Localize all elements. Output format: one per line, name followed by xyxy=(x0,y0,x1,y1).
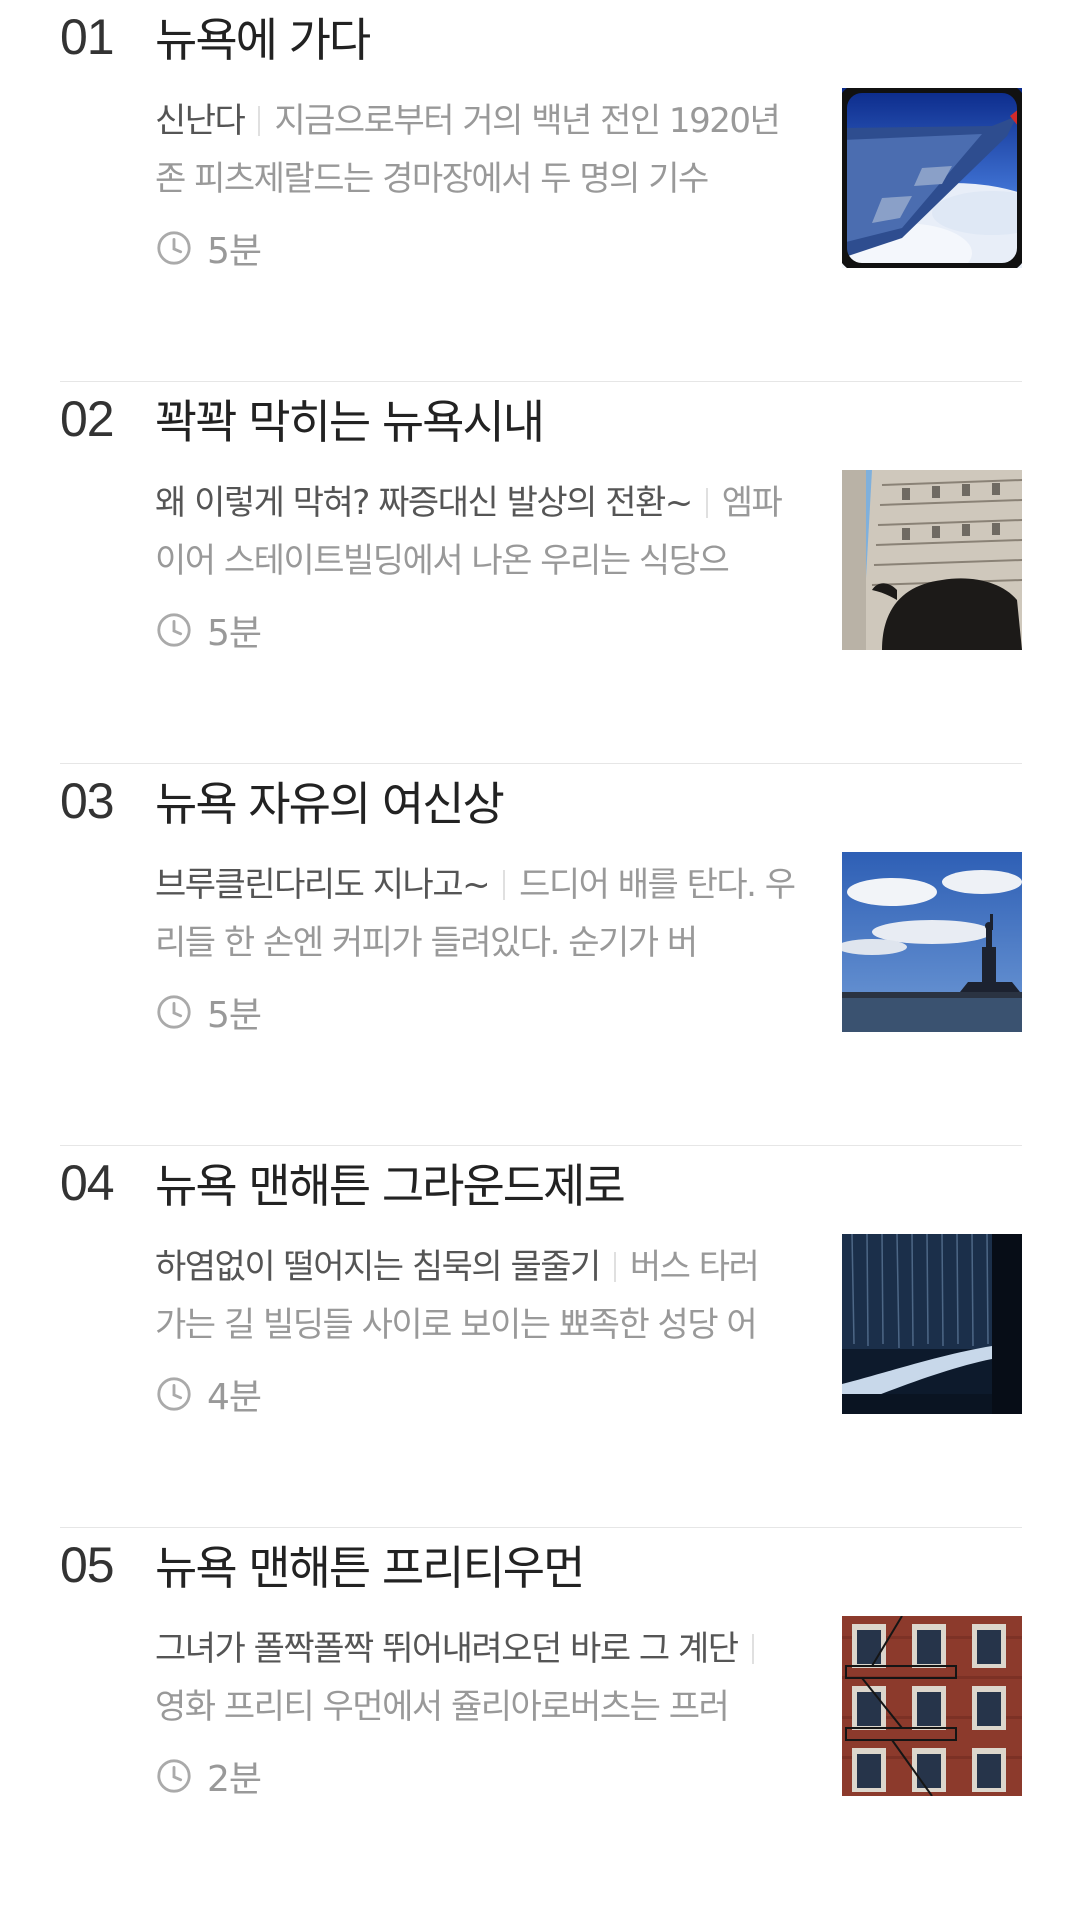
clock-icon xyxy=(157,1377,191,1411)
item-thumbnail[interactable] xyxy=(842,88,1022,268)
item-number: 03 xyxy=(60,773,115,829)
item-thumbnail[interactable] xyxy=(842,852,1022,1032)
read-time-label: 5분 xyxy=(207,613,262,654)
item-lead: 신난다 xyxy=(155,101,246,141)
item-lead: 하염없이 떨어지는 침묵의 물줄기 xyxy=(155,1247,601,1287)
list-item[interactable]: 02 꽉꽉 막히는 뉴욕시내 왜 이렇게 막혀? 짜증대신 발상의 전환~ 엠파이… xyxy=(60,382,1022,764)
item-thumbnail[interactable] xyxy=(842,1234,1022,1414)
read-time-label: 4분 xyxy=(207,1377,262,1418)
item-title[interactable]: 뉴욕에 가다 xyxy=(155,4,371,70)
clock-icon xyxy=(157,613,191,647)
item-lead: 그녀가 폴짝폴짝 뛰어내려오던 바로 그 계단 xyxy=(155,1629,739,1669)
list-item[interactable]: 01 뉴욕에 가다 신난다 지금으로부터 거의 백년 전인 1920년 존 피츠제… xyxy=(60,0,1022,382)
list-item[interactable]: 03 뉴욕 자유의 여신상 브루클린다리도 지나고~ 드디어 배를 탄다. 우리들… xyxy=(60,764,1022,1146)
item-number: 02 xyxy=(60,391,115,447)
charging-bull-image xyxy=(842,470,1022,650)
item-summary: 왜 이렇게 막혀? 짜증대신 발상의 전환~ 엠파이어 스테이트빌딩에서 나온 우… xyxy=(155,474,795,592)
read-time-label: 5분 xyxy=(207,231,262,272)
statue-of-liberty-image xyxy=(842,852,1022,1032)
item-title[interactable]: 꽉꽉 막히는 뉴욕시내 xyxy=(155,386,545,452)
airplane-wing-image xyxy=(842,88,1022,268)
clock-icon xyxy=(157,1759,191,1793)
item-number: 04 xyxy=(60,1155,115,1211)
divider xyxy=(503,870,506,900)
item-thumbnail[interactable] xyxy=(842,470,1022,650)
clock-icon xyxy=(157,231,191,265)
divider xyxy=(613,1252,616,1282)
item-summary: 하염없이 떨어지는 침묵의 물줄기 버스 타러 가는 길 빌딩들 사이로 보이는 … xyxy=(155,1238,795,1356)
item-excerpt: 영화 프리티 우먼에서 쥴리아로버츠는 프러 xyxy=(155,1687,730,1727)
divider xyxy=(705,488,708,518)
item-title[interactable]: 뉴욕 맨해튼 그라운드제로 xyxy=(155,1150,626,1216)
brick-building-image xyxy=(842,1616,1022,1796)
memorial-waterfall-image xyxy=(842,1234,1022,1414)
read-time: 4분 xyxy=(155,1368,262,1420)
item-number: 05 xyxy=(60,1537,115,1593)
read-time: 5분 xyxy=(155,604,262,656)
list-item[interactable]: 04 뉴욕 맨해튼 그라운드제로 하염없이 떨어지는 침묵의 물줄기 버스 타러 … xyxy=(60,1146,1022,1528)
divider xyxy=(751,1634,754,1664)
item-thumbnail[interactable] xyxy=(842,1616,1022,1796)
item-number: 01 xyxy=(60,9,115,65)
read-time: 5분 xyxy=(155,222,262,274)
item-title[interactable]: 뉴욕 자유의 여신상 xyxy=(155,768,505,834)
clock-icon xyxy=(157,995,191,1029)
item-summary: 브루클린다리도 지나고~ 드디어 배를 탄다. 우리들 한 손엔 커피가 들려있다… xyxy=(155,856,795,974)
item-summary: 그녀가 폴짝폴짝 뛰어내려오던 바로 그 계단영화 프리티 우먼에서 쥴리아로버… xyxy=(155,1620,795,1738)
divider xyxy=(258,106,261,136)
item-lead: 왜 이렇게 막혀? 짜증대신 발상의 전환~ xyxy=(155,483,693,523)
read-time: 5분 xyxy=(155,986,262,1038)
read-time-label: 5분 xyxy=(207,995,262,1036)
read-time-label: 2분 xyxy=(207,1759,262,1800)
item-excerpt: 지금으로부터 거의 백년 전인 1920년 존 피츠제랄드는 경마장에서 두 명… xyxy=(155,101,781,199)
item-summary: 신난다 지금으로부터 거의 백년 전인 1920년 존 피츠제랄드는 경마장에서 … xyxy=(155,92,795,210)
item-lead: 브루클린다리도 지나고~ xyxy=(155,865,491,905)
read-time: 2분 xyxy=(155,1750,262,1802)
item-title[interactable]: 뉴욕 맨해튼 프리티우먼 xyxy=(155,1532,585,1598)
list-item[interactable]: 05 뉴욕 맨해튼 프리티우먼 그녀가 폴짝폴짝 뛰어내려오던 바로 그 계단영… xyxy=(60,1528,1022,1910)
